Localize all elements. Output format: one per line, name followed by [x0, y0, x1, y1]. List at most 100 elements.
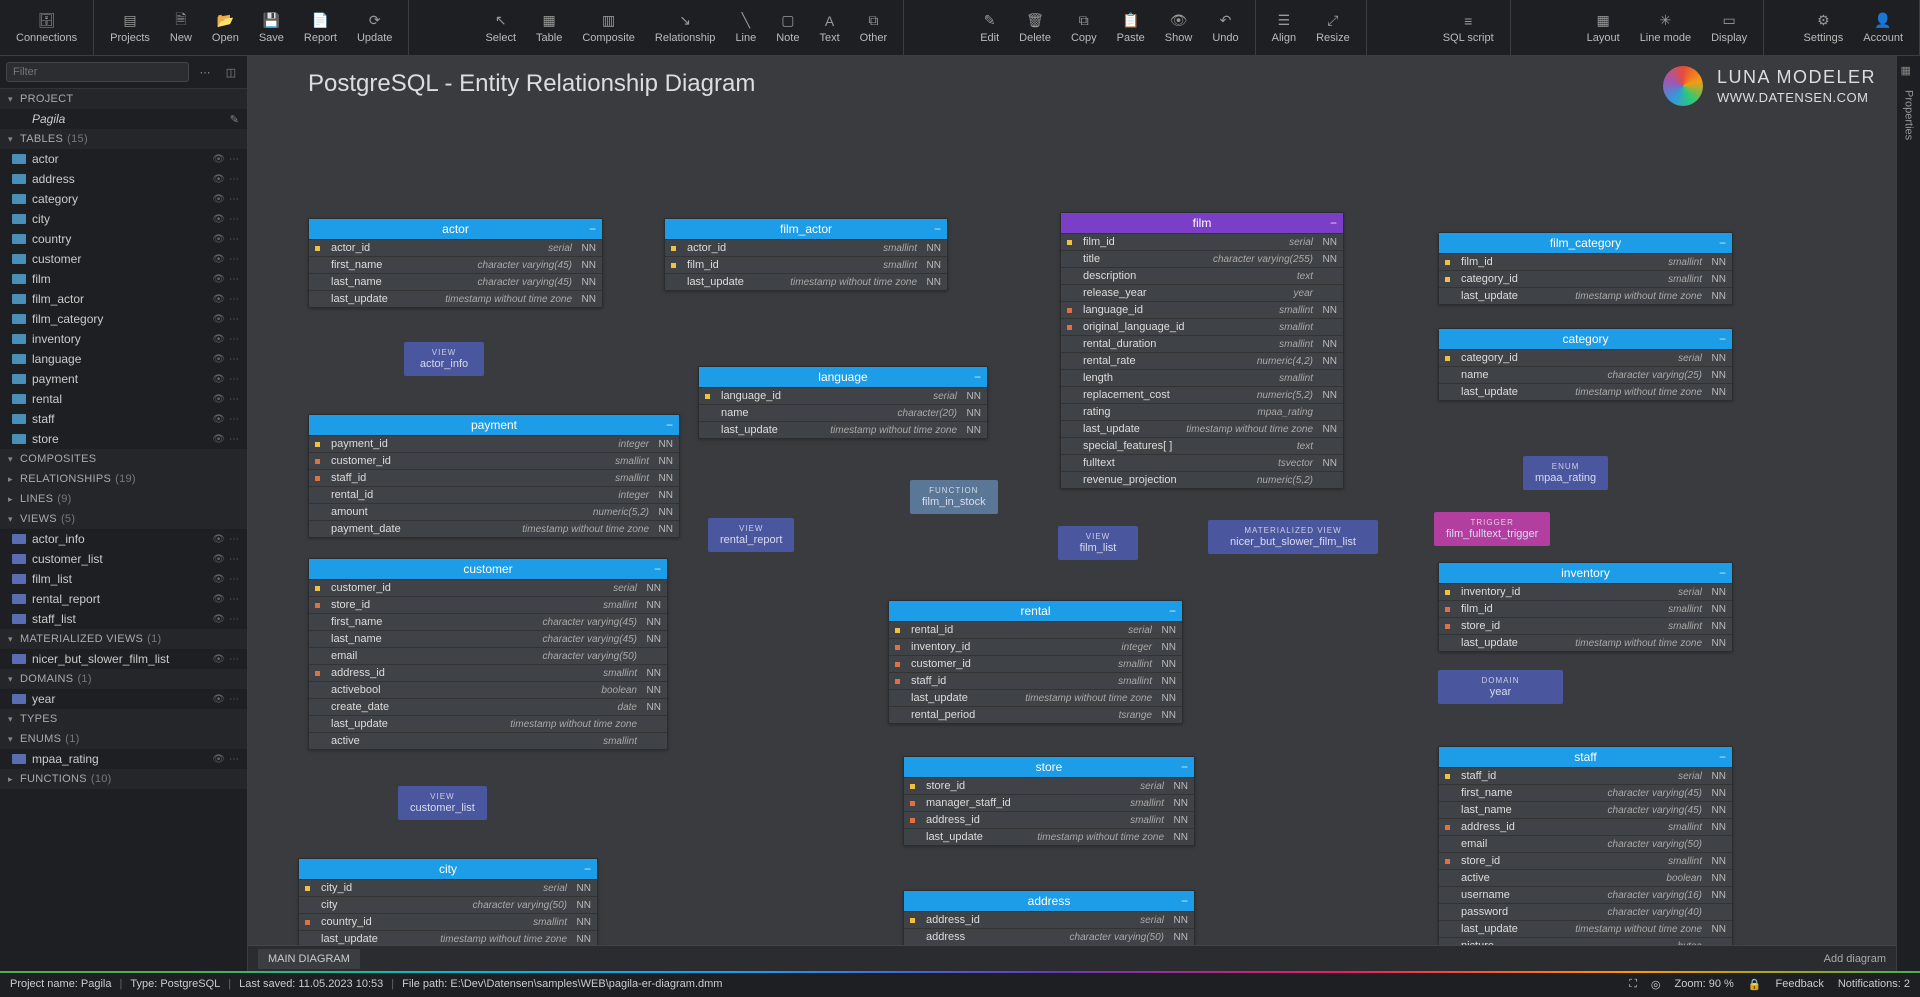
tree-item-city[interactable]: city👁⋯ [0, 209, 247, 229]
entity-staff[interactable]: staff−staff_idserialNNfirst_namecharacte… [1438, 746, 1733, 955]
column-row[interactable]: passwordcharacter varying(40) [1439, 903, 1732, 920]
column-row[interactable]: activebooleanNN [1439, 869, 1732, 886]
fullscreen-icon[interactable]: ⛶ [1629, 978, 1637, 991]
more-icon[interactable]: ⋯ [229, 254, 239, 265]
more-icon[interactable]: ⋯ [229, 354, 239, 365]
settings-button[interactable]: ⚙Settings [1794, 0, 1854, 55]
column-row[interactable]: store_idserialNN [904, 777, 1194, 794]
entity-header[interactable]: rental− [889, 601, 1182, 621]
eye-icon[interactable]: 👁 [212, 234, 225, 245]
more-icon[interactable]: ⋯ [229, 314, 239, 325]
entity-payment[interactable]: payment−payment_idintegerNNcustomer_idsm… [308, 414, 680, 538]
entity-header[interactable]: customer− [309, 559, 667, 579]
entity-header[interactable]: film_actor− [665, 219, 947, 239]
fit-icon[interactable]: ◎ [1651, 978, 1661, 991]
column-row[interactable]: staff_idsmallintNN [889, 672, 1182, 689]
more-icon[interactable]: ⋯ [229, 754, 239, 765]
view-actor-info[interactable]: VIEWactor_info [404, 342, 484, 376]
other-button[interactable]: ⧉Other [850, 0, 898, 55]
report-button[interactable]: 📄Report [294, 0, 347, 55]
layout-button[interactable]: ▦Layout [1577, 0, 1630, 55]
relationship-button[interactable]: ↘Relationship [645, 0, 726, 55]
column-row[interactable]: actor_idsmallintNN [665, 239, 947, 256]
zoom-lock-icon[interactable]: 🔒 [1748, 978, 1762, 991]
column-row[interactable]: staff_idserialNN [1439, 767, 1732, 784]
column-row[interactable]: amountnumeric(5,2)NN [309, 503, 679, 520]
collapse-icon[interactable]: − [584, 862, 591, 876]
column-row[interactable]: last_updatetimestamp without time zoneNN [1439, 383, 1732, 400]
column-row[interactable]: fulltexttsvectorNN [1061, 454, 1343, 471]
tree-item-film_list[interactable]: film_list👁⋯ [0, 569, 247, 589]
column-row[interactable]: film_idsmallintNN [665, 256, 947, 273]
column-row[interactable]: film_idsmallintNN [1439, 253, 1732, 270]
entity-inventory[interactable]: inventory−inventory_idserialNNfilm_idsma… [1438, 562, 1733, 652]
group-functions[interactable]: ▸FUNCTIONS(10) [0, 769, 247, 789]
eye-icon[interactable]: 👁 [212, 154, 225, 165]
pencil-icon[interactable]: ✎ [230, 113, 239, 126]
column-row[interactable]: category_idserialNN [1439, 349, 1732, 366]
collapse-icon[interactable]: − [666, 418, 673, 432]
column-row[interactable]: descriptiontext [1061, 267, 1343, 284]
diagram-canvas[interactable]: PostgreSQL - Entity Relationship Diagram… [248, 56, 1896, 971]
column-row[interactable]: usernamecharacter varying(16)NN [1439, 886, 1732, 903]
more-icon[interactable]: ⋯ [229, 194, 239, 205]
more-icon[interactable]: ⋯ [229, 394, 239, 405]
entity-customer[interactable]: customer−customer_idserialNNstore_idsmal… [308, 558, 668, 750]
eye-icon[interactable]: 👁 [212, 314, 225, 325]
column-row[interactable]: last_updatetimestamp without time zoneNN [699, 421, 987, 438]
column-row[interactable]: last_namecharacter varying(45)NN [309, 630, 667, 647]
collapse-icon[interactable]: − [1181, 894, 1188, 908]
tree-item-category[interactable]: category👁⋯ [0, 189, 247, 209]
properties-icon[interactable]: ▦ [1901, 64, 1917, 80]
tree-item-actor[interactable]: actor👁⋯ [0, 149, 247, 169]
tree-item-country[interactable]: country👁⋯ [0, 229, 247, 249]
column-row[interactable]: address_idsmallintNN [309, 664, 667, 681]
tree-item-staff_list[interactable]: staff_list👁⋯ [0, 609, 247, 629]
entity-language[interactable]: language−language_idserialNNnamecharacte… [698, 366, 988, 439]
column-row[interactable]: last_updatetimestamp without time zone [309, 715, 667, 732]
column-row[interactable]: first_namecharacter varying(45)NN [1439, 784, 1732, 801]
column-row[interactable]: emailcharacter varying(50) [1439, 835, 1732, 852]
more-icon[interactable]: ⋯ [229, 214, 239, 225]
column-row[interactable]: namecharacter varying(25)NN [1439, 366, 1732, 383]
eye-icon[interactable]: 👁 [212, 614, 225, 625]
column-row[interactable]: country_idsmallintNN [299, 913, 597, 930]
entity-category[interactable]: category−category_idserialNNnamecharacte… [1438, 328, 1733, 401]
column-row[interactable]: language_idsmallintNN [1061, 301, 1343, 318]
notifications-link[interactable]: Notifications: 2 [1838, 978, 1910, 990]
entity-header[interactable]: address− [904, 891, 1194, 911]
tree-item-store[interactable]: store👁⋯ [0, 429, 247, 449]
column-row[interactable]: activeboolbooleanNN [309, 681, 667, 698]
more-icon[interactable]: ⋯ [229, 594, 239, 605]
column-row[interactable]: film_idsmallintNN [1439, 600, 1732, 617]
column-row[interactable]: last_updatetimestamp without time zoneNN [665, 273, 947, 290]
open-button[interactable]: 📂Open [202, 0, 249, 55]
more-icon[interactable]: ⋯ [229, 694, 239, 705]
line-mode-button[interactable]: ✳Line mode [1630, 0, 1701, 55]
entity-header[interactable]: language− [699, 367, 987, 387]
collapse-icon[interactable]: − [1169, 604, 1176, 618]
new-button[interactable]: 🗎New [160, 0, 202, 55]
collapse-icon[interactable]: − [1181, 760, 1188, 774]
domain-year[interactable]: DOMAINyear [1438, 670, 1563, 704]
eye-icon[interactable]: 👁 [212, 294, 225, 305]
entity-header[interactable]: inventory− [1439, 563, 1732, 583]
column-row[interactable]: film_idserialNN [1061, 233, 1343, 250]
group-domains[interactable]: ▾DOMAINS(1) [0, 669, 247, 689]
column-row[interactable]: city_idserialNN [299, 879, 597, 896]
tree-item-year[interactable]: year👁⋯ [0, 689, 247, 709]
group-project[interactable]: ▾PROJECT [0, 89, 247, 109]
tree-item-mpaa_rating[interactable]: mpaa_rating👁⋯ [0, 749, 247, 769]
copy-button[interactable]: ⧉Copy [1061, 0, 1107, 55]
collapse-icon[interactable]: − [1719, 332, 1726, 346]
column-row[interactable]: last_updatetimestamp without time zoneNN [889, 689, 1182, 706]
column-row[interactable]: actor_idserialNN [309, 239, 602, 256]
column-row[interactable]: last_updatetimestamp without time zoneNN [1439, 287, 1732, 304]
entity-film[interactable]: film−film_idserialNNtitlecharacter varyi… [1060, 212, 1344, 489]
tree-item-inventory[interactable]: inventory👁⋯ [0, 329, 247, 349]
collapse-icon[interactable]: − [589, 222, 596, 236]
save-button[interactable]: 💾Save [249, 0, 294, 55]
entity-film-actor[interactable]: film_actor−actor_idsmallintNNfilm_idsmal… [664, 218, 948, 291]
column-row[interactable]: payment_datetimestamp without time zoneN… [309, 520, 679, 537]
entity-header[interactable]: staff− [1439, 747, 1732, 767]
